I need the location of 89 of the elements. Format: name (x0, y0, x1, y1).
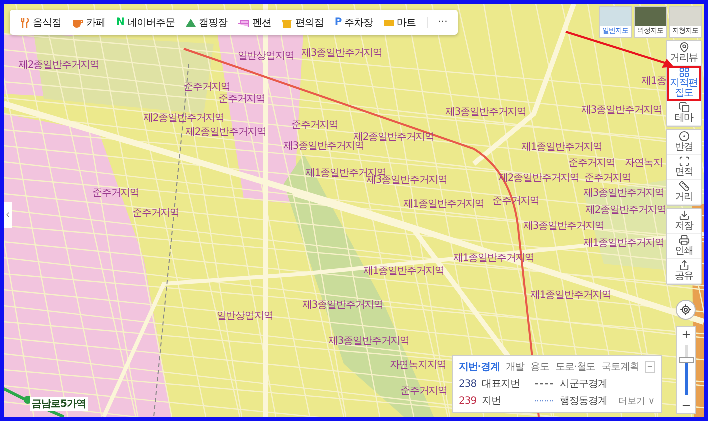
category-button[interactable]: 캠핑장 (186, 16, 228, 30)
tool-button[interactable]: 반경 (667, 130, 701, 155)
map-thumbnail (670, 7, 701, 26)
zone-label: 제2종일반주거지역 (586, 206, 666, 216)
legend-tab[interactable]: 국토계획 (602, 360, 640, 374)
circle-dot-icon (678, 131, 690, 142)
logo-icon: N (116, 18, 124, 28)
zone-label: 제2종일반주거지역 (18, 61, 100, 71)
tent-icon (186, 18, 196, 28)
printer-icon (678, 235, 690, 246)
category-button[interactable]: 음식점 (20, 16, 62, 30)
tool-button[interactable]: 거리뷰 (667, 41, 701, 66)
plus-icon (680, 329, 692, 340)
legend-label: 행정동경계 (560, 395, 608, 408)
tool-button[interactable]: 면적 (667, 155, 701, 180)
category-button[interactable]: 카페 (72, 16, 106, 30)
category-button[interactable]: P 주차장 (334, 16, 374, 30)
cup-icon (72, 18, 84, 28)
pin-icon (678, 42, 690, 53)
zone-label: 준주거지역 (584, 174, 632, 184)
zone-label: 제1종일반주거지역 (364, 267, 444, 277)
zone-label: 제3종일반주거지역 (446, 108, 526, 118)
zone-label: 준주거지역 (292, 121, 338, 131)
legend-tab[interactable]: 지번·경계 (459, 360, 500, 374)
download-icon (678, 210, 690, 221)
fork-icon (20, 18, 30, 28)
zone-label: 제3종일반주거지역 (584, 189, 664, 199)
zone-label: 제1종 (642, 77, 666, 87)
zone-label: 제1종일반주거지역 (522, 143, 602, 153)
zone-label: 제3종일반주거지역 (284, 142, 364, 152)
tool-button[interactable]: 공유 (667, 259, 701, 284)
lot-number: 239 (459, 396, 477, 406)
zoom-in-button[interactable] (680, 329, 692, 340)
more-link[interactable]: 더보기 ∨ (618, 394, 655, 408)
legend-tab[interactable]: 도로·철도 (555, 360, 596, 374)
category-button[interactable]: N 네이버주문 (116, 16, 175, 30)
zone-label: 준주거지역 (568, 159, 616, 169)
map-thumbnail (635, 7, 666, 26)
chevron-left-icon (4, 211, 12, 219)
grid-icon (678, 67, 690, 78)
legend-label: 시군구경계 (560, 378, 608, 391)
zone-label: 제3종일반주거지역 (582, 106, 662, 116)
zone-label: 제2종일반주거지역 (144, 114, 224, 124)
zone-label: 준주거지역 (132, 209, 180, 219)
bed-icon (238, 18, 250, 27)
line-sample-icon (535, 399, 555, 403)
category-button[interactable]: 펜션 (238, 16, 272, 30)
zone-label: 자연녹지 (625, 159, 663, 169)
zone-label: 제2종일반주거지역 (186, 128, 266, 138)
logo-icon: P (334, 18, 342, 28)
zone-label: 준주거지역 (400, 387, 448, 397)
zone-label: 제1종일반주거지역 (530, 291, 612, 301)
panel-toggle-button[interactable] (4, 202, 12, 228)
tool-button[interactable]: 거리 (667, 180, 701, 205)
zone-label: 제3종일반주거지역 (328, 337, 410, 347)
zone-label: 자연녹지지역 (390, 361, 446, 371)
zone-label: 제1종일반주거지역 (404, 200, 484, 210)
legend-label: 지번 (482, 395, 502, 408)
tool-button[interactable]: 인쇄 (667, 234, 701, 259)
category-button[interactable]: 마트 (384, 16, 416, 30)
store-icon (282, 18, 292, 28)
square-icon (678, 156, 690, 167)
layers-icon (678, 102, 690, 113)
zone-label: 제1종일반주거지역 (584, 239, 664, 249)
tool-button[interactable]: 테마 (667, 101, 701, 126)
line-sample-icon (535, 382, 555, 386)
crosshair-icon (680, 304, 692, 316)
zone-label: 일반상업지역 (238, 52, 294, 62)
more-button[interactable]: ··· (427, 17, 448, 28)
zone-label: 제3종일반주거지역 (524, 222, 604, 232)
tool-button[interactable]: 지적편집도 (667, 66, 701, 101)
legend-tab[interactable]: 개발 (506, 360, 525, 374)
ruler-icon (678, 181, 690, 192)
lot-number: 238 (459, 378, 477, 390)
zone-label: 준주거지역 (218, 95, 266, 105)
zone-label: 제3종일반주거지역 (302, 49, 382, 59)
share-icon (678, 260, 690, 271)
legend-tab[interactable]: 용도 (530, 360, 550, 374)
tool-button[interactable]: 저장 (667, 209, 701, 234)
zone-label: 제2종일반주거지역 (354, 133, 434, 143)
map-thumbnail (600, 7, 631, 26)
zone-label: 제3종일반주거지역 (302, 301, 384, 311)
zoom-thumb[interactable] (678, 357, 694, 363)
station-label: 금남로5가역 (30, 397, 88, 411)
zone-label: 일반상업지역 (216, 312, 274, 322)
collapse-button[interactable]: − (645, 361, 655, 373)
category-button[interactable]: 편의점 (282, 16, 324, 30)
legend-label: 대표지번 (482, 378, 521, 391)
zone-label: 준주거지역 (184, 83, 230, 93)
